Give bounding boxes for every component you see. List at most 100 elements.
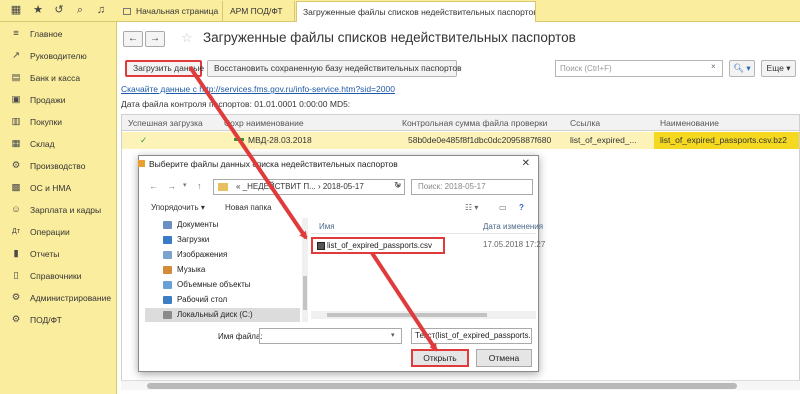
menu-icon: ≡ <box>13 28 19 39</box>
chevron-down-icon[interactable]: ▾ <box>183 181 187 189</box>
images-icon <box>163 251 172 259</box>
tab-arm-podft[interactable]: АРМ ПОД/ФТ <box>224 1 295 22</box>
dialog-navbar: ← → ▾ ↑ « _НЕДЕЙСТВИТ П... › 2018-05-17 … <box>139 176 538 198</box>
cell-link[interactable]: list_of_expired_... <box>564 132 654 149</box>
preview-pane-icon[interactable]: ▭ <box>499 203 507 212</box>
filetype-select[interactable]: Текст(list_of_expired_passports. <box>411 328 532 344</box>
filename-label: Имя файла: <box>218 332 263 341</box>
folder-icon <box>218 183 228 191</box>
sidebar-item-podft[interactable]: ⚙ ПОД/ФТ <box>0 310 117 330</box>
tree-item-local-disk[interactable]: Локальный диск (C:) <box>145 308 300 322</box>
chevron-down-icon[interactable]: ▾ <box>391 331 395 339</box>
file-list-scrollbar[interactable] <box>311 311 536 319</box>
forward-button[interactable]: → <box>145 31 165 47</box>
sidebar-item-assets[interactable]: ▩ ОС и НМА <box>0 178 117 198</box>
help-icon[interactable]: ? <box>519 203 524 212</box>
assets-icon: ▩ <box>11 182 21 193</box>
top-toolbar: ▦ ★ ↺ ⌕ ♫ Начальная страница АРМ ПОД/ФТ … <box>0 0 800 22</box>
sidebar-item-operations[interactable]: Дт Операции <box>0 222 117 242</box>
horizontal-scrollbar[interactable] <box>121 380 800 390</box>
scrollbar-thumb[interactable] <box>147 383 737 389</box>
sidebar-item-warehouse[interactable]: ▦ Склад <box>0 134 117 154</box>
desktop-icon <box>163 296 172 304</box>
clear-icon[interactable]: × <box>711 62 716 71</box>
warehouse-icon: ▦ <box>11 138 21 149</box>
sidebar-item-main[interactable]: ≡ Главное <box>0 24 117 44</box>
sidebar-item-purchases[interactable]: ▥ Покупки <box>0 112 117 132</box>
open-button[interactable]: Открыть <box>411 349 469 367</box>
column-header-checksum[interactable]: Контрольная сумма файла проверки <box>396 115 564 131</box>
tree-item-desktop[interactable]: Рабочий стол <box>145 293 300 307</box>
sidebar-item-catalogs[interactable]: ▯ Справочники <box>0 266 117 286</box>
sidebar-item-reports[interactable]: ▮ Отчеты <box>0 244 117 264</box>
page-title: Загруженные файлы списков недействительн… <box>203 30 576 45</box>
disk-icon <box>163 311 172 319</box>
back-arrow-icon[interactable]: ← <box>149 181 158 191</box>
column-header-saved-name[interactable]: Сохр наименование <box>218 115 396 131</box>
column-header-name[interactable]: Имя <box>319 222 335 231</box>
refresh-icon[interactable]: ↻ <box>394 180 402 191</box>
tree-item-downloads[interactable]: Загрузки <box>145 233 300 247</box>
apps-grid-icon[interactable]: ▦ <box>9 3 23 17</box>
sidebar: ≡ Главное ↗ Руководителю ▤ Банк и касса ▣ Пр… <box>0 22 117 394</box>
sidebar-item-manager[interactable]: ↗ Руководителю <box>0 46 117 66</box>
favorite-star-icon[interactable]: ☆ <box>181 30 193 46</box>
download-link[interactable]: Скачайте данные с http://services.fms.go… <box>121 84 395 94</box>
cart-icon: ▣ <box>11 94 21 105</box>
column-header-name[interactable]: Наименование <box>654 115 799 131</box>
sidebar-item-payroll[interactable]: ☺ Зарплата и кадры <box>0 200 117 220</box>
sidebar-item-sales[interactable]: ▣ Продажи <box>0 90 117 110</box>
tree-scrollbar[interactable] <box>302 218 308 322</box>
history-icon[interactable]: ↺ <box>52 3 66 17</box>
column-header-success[interactable]: Успешная загрузка <box>122 115 218 131</box>
tree-item-3d-objects[interactable]: Объемные объекты <box>145 278 300 292</box>
scrollbar-thumb[interactable] <box>327 313 487 317</box>
column-header-date[interactable]: Дата изменения <box>483 222 543 231</box>
load-data-button[interactable]: Загрузить данные <box>125 60 204 77</box>
tree-item-images[interactable]: Изображения <box>145 248 300 262</box>
tab-home-page[interactable]: Начальная страница <box>117 1 223 22</box>
address-bar[interactable]: « _НЕДЕЙСТВИТ П... › 2018-05-17 ▾ <box>213 179 405 195</box>
more-button[interactable]: Еще ▾ <box>761 60 796 77</box>
back-button[interactable]: ← <box>123 31 143 47</box>
scrollbar-thumb[interactable] <box>303 276 307 310</box>
sidebar-item-production[interactable]: ⚙ Производство <box>0 156 117 176</box>
notifications-bell-icon[interactable]: ♫ <box>94 3 108 17</box>
new-folder-button[interactable]: Новая папка <box>225 203 272 212</box>
search-icon[interactable]: ⌕ <box>73 3 87 17</box>
bank-icon: ▤ <box>11 72 21 83</box>
documents-icon <box>163 221 172 229</box>
sidebar-item-administration[interactable]: ⚙ Администрирование <box>0 288 117 308</box>
sidebar-item-bank[interactable]: ▤ Банк и касса <box>0 68 117 88</box>
tree-item-music[interactable]: Музыка <box>145 263 300 277</box>
success-check-icon: ✓ <box>140 135 148 145</box>
cell-saved-name[interactable]: МВД-28.03.2018 <box>218 132 396 149</box>
tab-uploaded-files[interactable]: Загруженные файлы списков недействительн… <box>296 1 536 22</box>
favorites-star-icon[interactable]: ★ <box>31 3 45 17</box>
dialog-search-input[interactable]: Поиск: 2018-05-17 <box>411 179 533 195</box>
3d-objects-icon <box>163 281 172 289</box>
search-input[interactable]: Поиск (Ctrl+F) <box>555 60 723 77</box>
cancel-button[interactable]: Отмена <box>476 349 532 367</box>
tree-item-documents[interactable]: Документы <box>145 218 300 232</box>
forward-arrow-icon[interactable]: → <box>167 181 176 191</box>
downloads-icon <box>163 236 172 244</box>
dt-kt-icon: Дт <box>12 228 20 235</box>
file-list-item[interactable]: list_of_expired_passports.csv 17.05.2018… <box>311 237 545 254</box>
search-button[interactable]: 🔍︎ ▾ <box>729 60 755 77</box>
up-arrow-icon[interactable]: ↑ <box>197 181 202 191</box>
factory-icon: ⚙ <box>11 160 21 171</box>
cell-checksum[interactable]: 58b0de0e485f8f1dbc0dc2095887f680 <box>402 132 564 149</box>
close-icon[interactable]: ✕ <box>522 158 530 169</box>
column-header-link[interactable]: Ссылка <box>564 115 654 131</box>
cell-name[interactable]: list_of_expired_passports.csv.bz2 <box>654 132 799 149</box>
restore-database-button[interactable]: Восстановить сохраненную базу недействит… <box>207 60 462 77</box>
book-icon: ▯ <box>13 270 19 281</box>
view-options-icon[interactable]: ☷ ▾ <box>465 203 478 212</box>
dialog-title: Выберите файлы данных списка недействите… <box>149 159 398 169</box>
organize-button[interactable]: Упорядочить ▾ <box>151 203 205 212</box>
file-name[interactable]: list_of_expired_passports.csv <box>311 237 445 254</box>
filename-input[interactable] <box>259 328 402 344</box>
basket-icon: ▥ <box>11 116 21 127</box>
people-icon: ☺ <box>11 204 21 215</box>
